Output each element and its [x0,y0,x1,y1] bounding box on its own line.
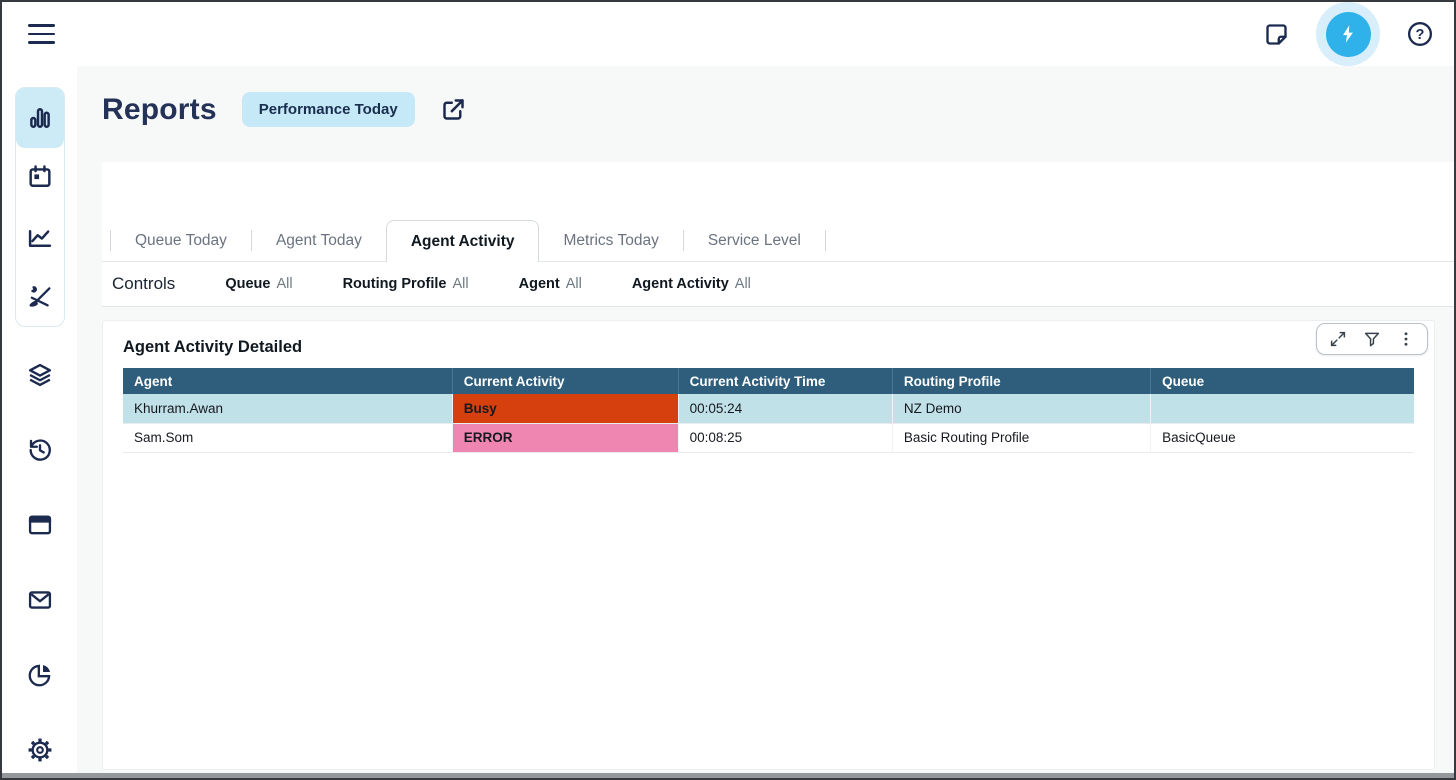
tab-agent-activity[interactable]: Agent Activity [386,220,540,262]
tab-metrics-today[interactable]: Metrics Today [539,220,682,261]
main-content: Reports Performance Today Queue Today Ag… [77,66,1454,773]
lightning-icon [1326,12,1371,57]
assistant-button[interactable] [1316,2,1380,66]
col-header-routing-profile[interactable]: Routing Profile [892,368,1150,394]
sidebar-secondary [2,361,77,764]
performance-today-badge[interactable]: Performance Today [242,92,415,127]
sidebar-item-window[interactable] [26,511,54,539]
app-window: ? [0,0,1456,780]
sidebar-item-mail[interactable] [26,586,54,614]
cell-queue [1151,394,1414,423]
page-header: Reports Performance Today [102,92,467,127]
settings-gear-icon [26,736,54,764]
browser-window-icon [26,511,54,539]
cell-agent: Sam.Som [123,423,452,452]
history-icon [26,436,54,464]
expand-icon[interactable] [1329,330,1347,348]
cell-agent: Khurram.Awan [123,394,452,423]
controls-label: Controls [112,274,175,294]
bottom-scrollbar[interactable] [2,773,1454,778]
layers-icon [26,361,54,389]
card-title: Agent Activity Detailed [123,338,1434,357]
bar-chart-icon [26,104,54,132]
note-icon[interactable] [1263,21,1290,48]
cell-routing-profile: NZ Demo [892,394,1150,423]
sidebar-reports-group [15,87,65,327]
table-header-row: Agent Current Activity Current Activity … [123,368,1414,394]
cell-routing-profile: Basic Routing Profile [892,423,1150,452]
filter-funnel-icon[interactable] [1363,330,1381,348]
col-header-agent[interactable]: Agent [123,368,452,394]
hamburger-menu-icon[interactable] [28,24,55,44]
page-title: Reports [102,93,217,127]
table-row[interactable]: Khurram.Awan Busy 00:05:24 NZ Demo [123,394,1414,423]
sidebar-item-pie-chart[interactable] [26,661,54,689]
help-icon[interactable]: ? [1406,20,1434,48]
cell-current-activity: Busy [452,394,678,423]
svg-text:?: ? [1416,27,1425,43]
top-bar: ? [2,2,1454,66]
sidebar-item-layers[interactable] [26,361,54,389]
controls-bar: Controls QueueAll Routing ProfileAll Age… [102,262,1454,307]
filter-queue[interactable]: QueueAll [225,276,292,292]
sidebar-item-history[interactable] [26,436,54,464]
filter-routing-profile[interactable]: Routing ProfileAll [343,276,469,292]
cell-activity-time: 00:05:24 [678,394,892,423]
sidebar-item-calendar[interactable] [16,148,64,208]
cell-queue: BasicQueue [1151,423,1414,452]
agent-activity-table: Agent Current Activity Current Activity … [123,368,1414,453]
tab-queue-today[interactable]: Queue Today [111,220,251,261]
line-chart-icon [26,223,54,251]
sidebar-item-line-chart[interactable] [16,207,64,267]
sidebar-item-design[interactable] [16,267,64,327]
pie-chart-icon [26,661,54,689]
cell-activity-time: 00:08:25 [678,423,892,452]
tabs-and-controls-panel: Queue Today Agent Today Agent Activity M… [102,162,1454,307]
topbar-actions: ? [1263,2,1434,66]
filter-agent[interactable]: AgentAll [519,276,582,292]
col-header-queue[interactable]: Queue [1151,368,1414,394]
report-tabs: Queue Today Agent Today Agent Activity M… [102,220,1454,262]
mail-icon [26,586,54,614]
filter-agent-activity[interactable]: Agent ActivityAll [632,276,751,292]
agent-activity-card: Agent Activity Detailed Agent Current Ac… [102,320,1435,770]
sidebar-item-settings[interactable] [26,736,54,764]
col-header-current-activity[interactable]: Current Activity [452,368,678,394]
tab-agent-today[interactable]: Agent Today [252,220,386,261]
card-toolbar [1316,323,1428,355]
sidebar [2,66,77,773]
calendar-icon [26,163,54,191]
more-options-icon[interactable] [1397,330,1415,348]
col-header-current-activity-time[interactable]: Current Activity Time [678,368,892,394]
tab-service-level[interactable]: Service Level [684,220,825,261]
cell-current-activity: ERROR [452,423,678,452]
external-link-icon[interactable] [440,96,467,123]
design-brush-icon [26,282,54,310]
table-row[interactable]: Sam.Som ERROR 00:08:25 Basic Routing Pro… [123,423,1414,452]
sidebar-item-bar-chart[interactable] [16,88,64,148]
